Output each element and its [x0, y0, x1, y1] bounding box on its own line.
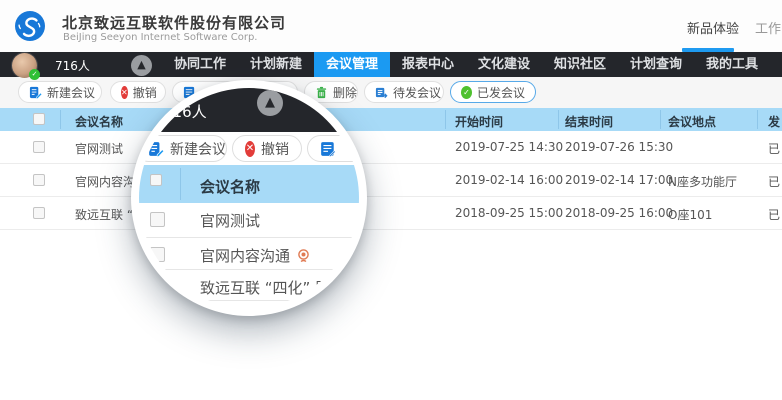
col-meeting-name: 会议名称 [75, 113, 123, 130]
col-end-time: 结束时间 [565, 113, 613, 130]
column-divider [558, 110, 559, 129]
revoke-icon: ✕ [121, 86, 128, 99]
column-divider [660, 110, 661, 129]
magnifier-content: 716人 ▲ 新建会议 ✕ 撤销 会议名称 [139, 88, 359, 308]
button-label: 待发会议 [393, 84, 441, 101]
magnified-table-row: 官网测试 [139, 203, 359, 238]
check-icon: ✓ [461, 86, 472, 99]
nav-item-culture[interactable]: 文化建设 [466, 52, 542, 77]
magnified-nav-arrow-icon: ▲ [257, 90, 283, 116]
table-header: 会议名称 开始时间 结束时间 会议地点 发 [0, 108, 782, 131]
company-name-cn: 北京致远互联软件股份有限公司 [62, 12, 286, 33]
magnified-edit-button [307, 135, 359, 162]
col-start-time: 开始时间 [455, 113, 503, 130]
magnified-toolbar: 新建会议 ✕ 撤销 [139, 132, 359, 165]
app-window: 北京致远互联软件股份有限公司 BeiJing Seeyon Internet S… [0, 0, 782, 400]
row-checkbox[interactable] [33, 174, 45, 186]
magnified-meeting-name: 官网测试 [200, 210, 260, 231]
nav-item-my-tools[interactable]: 我的工具 [694, 52, 770, 77]
magnified-table-row: 致远互联 “四化” 助力 [139, 270, 359, 301]
magnified-column-divider [180, 168, 181, 200]
cell-start-time: 2019-07-25 14:30 [455, 140, 563, 154]
cell-status: 已 [768, 206, 780, 223]
new-meeting-icon [29, 86, 42, 99]
tab-new-experience[interactable]: 新品体验 [687, 18, 739, 37]
magnified-row-checkbox [150, 247, 165, 262]
cell-meeting-name[interactable]: 官网测试 [75, 140, 123, 157]
magnified-new-meeting-button: 新建会议 [139, 135, 227, 162]
company-name-en: BeiJing Seeyon Internet Software Corp. [63, 32, 257, 43]
table-row[interactable]: 官网内容沟通 2019-02-14 16:00 2019-02-14 17:00… [0, 164, 782, 197]
column-divider [445, 110, 446, 129]
column-divider [60, 110, 61, 129]
new-meeting-icon [148, 141, 164, 157]
magnified-table-header: 会议名称 [139, 165, 359, 203]
col-sender: 发 [768, 113, 780, 130]
nav-item-plan-query[interactable]: 计划查询 [618, 52, 694, 77]
nav-item-plan-create[interactable]: 计划新建 [238, 52, 314, 77]
pending-meetings-button[interactable]: 待发会议 [364, 81, 444, 103]
row-checkbox[interactable] [33, 141, 45, 153]
cell-status: 已 [768, 140, 780, 157]
edit-doc-icon [320, 141, 336, 157]
nav-item-meeting-management[interactable]: 会议管理 [314, 52, 390, 77]
cell-end-time: 2018-09-25 16:00 [565, 206, 673, 220]
sent-meetings-button[interactable]: ✓ 已发会议 [450, 81, 536, 103]
magnified-col-meeting-name: 会议名称 [200, 176, 260, 197]
cell-status: 已 [768, 173, 780, 190]
meeting-toolbar: 新建会议 ✕ 撤销 删除 待发会议 ✓ 已发会议 [0, 77, 782, 109]
revoke-icon: ✕ [245, 141, 255, 157]
row-checkbox[interactable] [33, 207, 45, 219]
magnified-select-all-checkbox [150, 174, 162, 186]
cell-location: O座101 [668, 206, 712, 223]
button-label: 撤销 [261, 139, 289, 159]
new-meeting-button[interactable]: 新建会议 [18, 81, 102, 103]
online-status-badge: ✓ [29, 69, 40, 80]
cell-end-time: 2019-07-26 15:30 [565, 140, 673, 154]
top-header: 北京致远互联软件股份有限公司 BeiJing Seeyon Internet S… [0, 0, 782, 53]
cell-location: N座多功能厅 [668, 173, 737, 190]
cell-end-time: 2019-02-14 17:00 [565, 173, 673, 187]
magnified-member-count: 716人 [163, 101, 207, 122]
magnified-meeting-name: 致远互联 “四化” 助力 [200, 277, 345, 298]
magnified-row-checkbox [150, 279, 165, 294]
outbox-icon [375, 86, 388, 99]
button-label: 新建会议 [47, 84, 95, 101]
cell-start-time: 2019-02-14 16:00 [455, 173, 563, 187]
member-count[interactable]: 716人 [55, 57, 90, 74]
magnified-revoke-button: ✕ 撤销 [232, 135, 302, 162]
nav-menu: 协同工作 计划新建 会议管理 报表中心 文化建设 知识社区 计划查询 我的工具 [162, 52, 770, 77]
table-row[interactable]: 致远互联 “四化” 助力 2018-09-25 15:00 2018-09-25… [0, 197, 782, 230]
magnified-table-row: 官网内容沟通 [139, 238, 359, 270]
col-location: 会议地点 [668, 113, 716, 130]
webcam-icon [296, 248, 311, 263]
seeyon-logo-icon [15, 11, 45, 41]
nav-item-collaboration[interactable]: 协同工作 [162, 52, 238, 77]
user-avatar[interactable]: ✓ [12, 53, 37, 78]
tab-workbench[interactable]: 工作 [755, 18, 781, 37]
magnified-navbar: 716人 ▲ [139, 88, 359, 132]
magnified-row-checkbox [150, 212, 165, 227]
nav-item-knowledge[interactable]: 知识社区 [542, 52, 618, 77]
nav-item-report-center[interactable]: 报表中心 [390, 52, 466, 77]
magnifier-lens: 716人 ▲ 新建会议 ✕ 撤销 会议名称 [131, 80, 367, 316]
magnified-meeting-name: 官网内容沟通 [200, 245, 311, 266]
table-row[interactable]: 官网测试 2019-07-25 14:30 2019-07-26 15:30 已 [0, 131, 782, 164]
column-divider [757, 110, 758, 129]
select-all-checkbox[interactable] [33, 113, 45, 125]
button-label: 已发会议 [477, 84, 525, 101]
nav-arrow-icon[interactable]: ▲ [131, 55, 152, 76]
cell-start-time: 2018-09-25 15:00 [455, 206, 563, 220]
button-label: 新建会议 [170, 139, 226, 159]
